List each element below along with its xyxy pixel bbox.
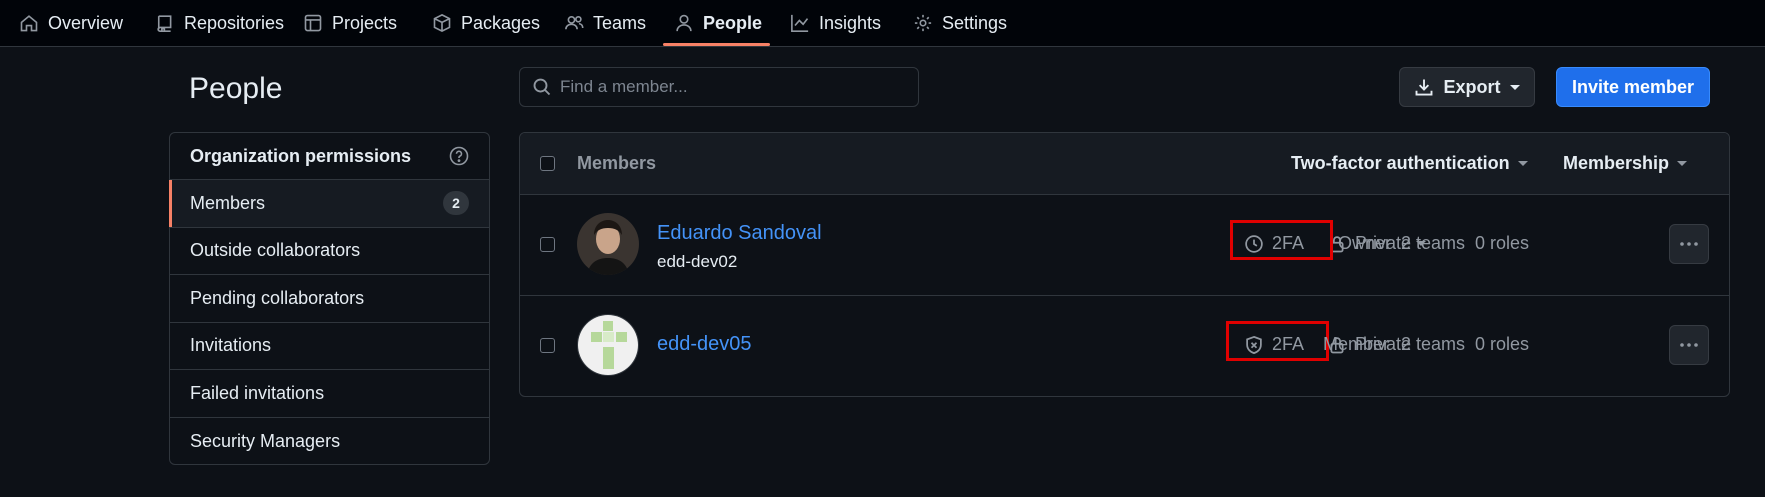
sidebar-item-outside-collaborators[interactable]: Outside collaborators [170,228,489,275]
row-actions-button[interactable] [1669,325,1709,365]
kebab-horizontal-icon [1680,242,1698,246]
highlight-box [1230,220,1333,260]
sidebar-item-label: Security Managers [190,430,341,451]
table-row: Eduardo Sandoval edd-dev02 2FA Private O… [520,195,1729,296]
nav-label: People [703,12,763,33]
nav-projects[interactable]: Projects [303,0,397,46]
search-input[interactable] [560,77,900,97]
nav-label: Repositories [184,12,285,33]
table-row: edd-dev05 2FA Private Member 2 teams 0 r… [520,296,1729,396]
row-checkbox[interactable] [540,338,555,353]
question-icon[interactable] [448,145,470,167]
sidebar-item-invitations[interactable]: Invitations [170,323,489,370]
nav-repositories[interactable]: Repositories [155,0,284,46]
avatar[interactable] [577,314,639,376]
member-role: Owner [1338,233,1392,253]
invite-label: Invite member [1571,76,1695,97]
sidebar-item-pending-collaborators[interactable]: Pending collaborators [170,275,489,323]
repo-icon [157,15,172,32]
row-checkbox[interactable] [540,237,555,252]
sidebar-item-label: Members [190,192,266,213]
gear-icon [914,14,932,32]
nav-insights[interactable]: Insights [790,0,881,46]
download-icon [1416,79,1433,96]
sidebar-header: Organization permissions [170,133,489,180]
sidebar-item-label: Pending collaborators [190,287,365,308]
member-name-link[interactable]: Eduardo Sandoval [657,222,822,245]
member-name-link[interactable]: edd-dev05 [657,333,752,356]
people-icon [565,15,584,30]
nav-label: Settings [942,12,1008,33]
nav-packages[interactable]: Packages [432,0,540,46]
members-table: Members Two-factor authentication Member… [519,132,1730,397]
sidebar-item-failed-invitations[interactable]: Failed invitations [170,370,489,418]
nav-label: Overview [48,12,124,33]
invite-member-button[interactable]: Invite member [1556,67,1710,107]
nav-label: Packages [461,12,541,33]
member-login: edd-dev02 [657,252,738,271]
org-permissions-sidebar: Organization permissions Members 2 Outsi… [169,132,490,465]
members-count-badge: 2 [443,191,469,216]
home-icon [20,15,38,32]
member-teams[interactable]: 2 teams [1401,233,1465,254]
nav-label: Projects [332,12,398,33]
kebab-horizontal-icon [1680,343,1698,347]
highlight-box [1226,321,1329,361]
page-title: People [189,72,283,105]
search-icon [533,78,551,96]
nav-overview[interactable]: Overview [19,0,123,46]
members-column-label: Members [577,153,657,173]
nav-label: Insights [819,12,882,33]
graph-icon [791,14,809,32]
member-roles[interactable]: 0 roles [1475,233,1529,254]
person-icon [676,14,692,32]
sidebar-header-label: Organization permissions [190,145,412,166]
export-button[interactable]: Export [1399,67,1535,107]
nav-people[interactable]: People [674,0,762,46]
sidebar-item-label: Outside collaborators [190,240,361,261]
table-icon [304,14,322,32]
sidebar-item-label: Invitations [190,335,272,356]
chevron-down-icon [1517,161,1528,166]
sidebar-item-security-managers[interactable]: Security Managers [170,418,489,466]
export-label: Export [1443,76,1501,97]
nav-teams[interactable]: Teams [564,0,646,46]
member-teams[interactable]: 2 teams [1401,334,1465,355]
row-actions-button[interactable] [1669,224,1709,264]
nav-settings[interactable]: Settings [913,0,1007,46]
select-all-checkbox[interactable] [540,156,555,171]
member-roles[interactable]: 0 roles [1475,334,1529,355]
org-top-nav: Overview Repositories Projects Packages … [0,0,1765,47]
sidebar-item-label: Failed invitations [190,382,325,403]
member-search [519,67,919,107]
chevron-down-icon [1509,84,1520,90]
membership-filter[interactable]: Membership [1563,153,1688,174]
filter-label: Membership [1563,153,1670,173]
table-header: Members Two-factor authentication Member… [520,133,1729,195]
member-role: Member [1323,334,1390,354]
two-factor-filter[interactable]: Two-factor authentication [1291,153,1528,174]
chevron-down-icon [1677,161,1688,166]
filter-label: Two-factor authentication [1291,153,1510,173]
avatar[interactable] [577,213,639,275]
active-tab-indicator [663,43,770,46]
nav-label: Teams [593,12,647,33]
sidebar-item-members[interactable]: Members 2 [169,180,489,228]
package-icon [433,13,451,33]
